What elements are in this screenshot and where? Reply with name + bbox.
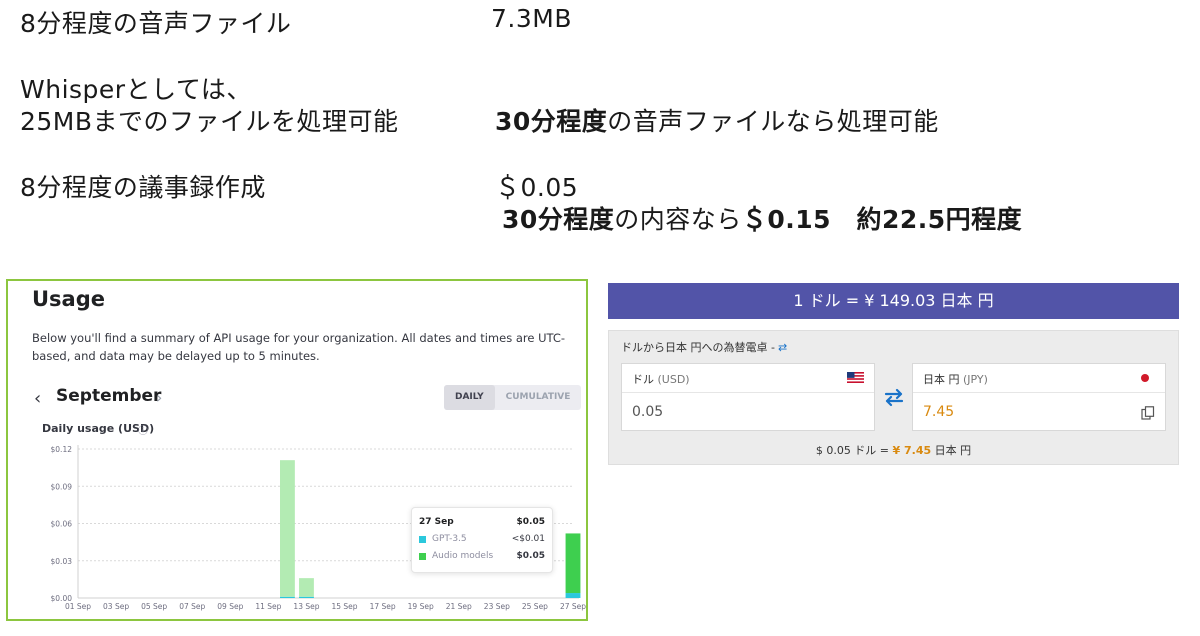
x-tick-label: 09 Sep [217, 602, 243, 611]
swap-currencies-icon[interactable] [882, 386, 906, 408]
usd-label-text: ドル [632, 373, 654, 386]
line2: Whisperとしては、 [20, 75, 252, 104]
bar-audio-models [565, 533, 581, 594]
line3-right-bold: 30分程度 [495, 107, 608, 136]
converter-subtitle-text: ドルから日本 円への為替電卓 - [621, 341, 775, 354]
gpt35-swatch [419, 535, 426, 543]
x-tick-label: 05 Sep [141, 602, 167, 611]
x-tick-label: 15 Sep [331, 602, 357, 611]
exchange-rate-header: 1 ドル = ¥ 149.03 日本 円 [608, 283, 1179, 319]
x-tick-label: 13 Sep [293, 602, 319, 611]
converter-subtitle: ドルから日本 円への為替電卓 - ⇄ [621, 339, 787, 355]
jpy-code: (JPY) [963, 373, 988, 386]
line3-left: 25MBまでのファイルを処理可能 [20, 107, 399, 136]
bar-audio-models [299, 578, 314, 597]
line5-bold2: ＄0.15 約22.5円程度 [741, 205, 1023, 234]
x-tick-label: 19 Sep [408, 602, 434, 611]
jpy-label: 日本 円 (JPY) [923, 371, 988, 387]
usd-amount-input[interactable]: 0.05 [632, 404, 663, 420]
line5: 30分程度の内容なら＄0.15 約22.5円程度 [502, 200, 1022, 236]
tooltip-row-name: GPT-3.5 [432, 534, 467, 544]
x-tick-label: 07 Sep [179, 602, 205, 611]
x-tick-label: 25 Sep [522, 602, 548, 611]
jpy-label-text: 日本 円 [923, 373, 960, 386]
x-tick-label: 17 Sep [370, 602, 396, 611]
usage-panel: Usage Below you'll find a summary of API… [6, 279, 588, 621]
y-tick-label: $0.09 [51, 482, 73, 491]
bar-audio-models [279, 460, 295, 597]
line1-right: 7.3MB [491, 4, 572, 33]
us-flag-icon [847, 372, 864, 383]
tooltip-total: $0.05 [516, 517, 545, 527]
x-tick-label: 03 Sep [103, 602, 129, 611]
jpy-amount-output[interactable]: 7.45 [923, 404, 954, 420]
summary-suffix: 日本 円 [934, 444, 972, 457]
tooltip-row-value: <$0.01 [511, 534, 545, 544]
x-tick-label: 23 Sep [484, 602, 510, 611]
chart-tooltip: 27 Sep $0.05 GPT-3.5 <$0.01 Audio models… [411, 507, 553, 573]
y-tick-label: $0.06 [51, 520, 73, 529]
line1-left: 8分程度の音声ファイル [20, 9, 292, 38]
line3-right-rest: の音声ファイルなら処理可能 [607, 107, 939, 136]
usd-input-card: ドル (USD) 0.05 [621, 363, 875, 431]
y-tick-label: $0.12 [51, 445, 73, 454]
bar-gpt-3-5 [299, 596, 314, 598]
usd-code: (USD) [657, 373, 690, 386]
japan-flag-icon [1141, 374, 1149, 382]
currency-converter: ドルから日本 円への為替電卓 - ⇄ ドル (USD) 0.05 日本 円 (J… [608, 330, 1179, 465]
swap-icon[interactable]: ⇄ [778, 341, 787, 354]
usd-label: ドル (USD) [632, 371, 690, 387]
bar-gpt-3-5 [279, 596, 295, 598]
bar-gpt-3-5 [565, 593, 581, 598]
x-tick-label: 01 Sep [65, 602, 91, 611]
tooltip-row-value: $0.05 [516, 551, 545, 561]
summary-value: ¥ 7.45 [892, 444, 932, 457]
y-tick-label: $0.03 [51, 557, 73, 566]
tooltip-date: 27 Sep [419, 517, 454, 527]
conversion-summary: $ 0.05 ドル = ¥ 7.45 日本 円 [609, 442, 1178, 458]
line4-left: 8分程度の議事録作成 [20, 173, 266, 202]
x-tick-label: 27 Sep [560, 602, 586, 611]
line3-right: 30分程度の音声ファイルなら処理可能 [495, 102, 939, 138]
line5-bold1: 30分程度 [502, 205, 615, 234]
summary-prefix: $ 0.05 ドル = [815, 444, 890, 457]
x-tick-label: 21 Sep [446, 602, 472, 611]
copy-icon[interactable] [1141, 406, 1155, 420]
jpy-output-card: 日本 円 (JPY) 7.45 [912, 363, 1166, 431]
x-tick-label: 11 Sep [255, 602, 281, 611]
line5-mid: の内容なら [614, 205, 742, 234]
audio-swatch [419, 552, 426, 560]
line4-right: ＄0.05 [495, 173, 579, 202]
tooltip-row-name: Audio models [432, 551, 494, 561]
